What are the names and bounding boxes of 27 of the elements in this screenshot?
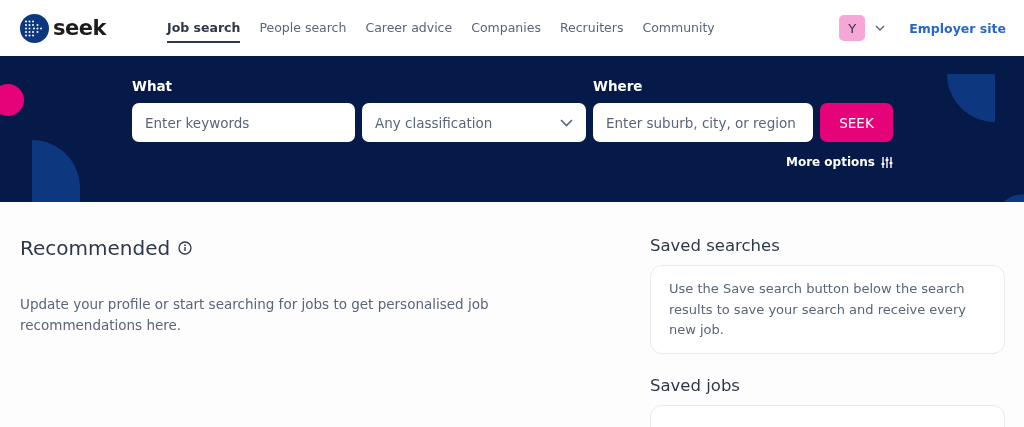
chevron-down-icon[interactable]	[875, 25, 886, 31]
location-field[interactable]: Enter suburb, city, or region	[593, 103, 813, 142]
update-profile-link[interactable]: Update your profile	[20, 296, 151, 312]
nav-tab[interactable]: Career advice	[365, 13, 453, 43]
logo-wordmark[interactable]: seek	[53, 16, 106, 40]
nav-tab[interactable]: Job search	[167, 13, 241, 43]
what-label: What	[132, 78, 174, 96]
keywords-field[interactable]: Enter keywords	[132, 103, 355, 142]
section-heading: Saved jobs	[650, 375, 741, 395]
section-heading: Recommended	[20, 236, 171, 260]
nav-tab[interactable]: Community	[642, 13, 715, 43]
sliders-icon	[881, 156, 893, 168]
info-icon[interactable]	[178, 241, 193, 255]
nav-tab[interactable]: People search	[259, 13, 347, 43]
section-heading: Saved searches	[650, 236, 781, 255]
more-options-link[interactable]: More options	[132, 155, 893, 169]
nav-tab[interactable]: Recruiters	[559, 13, 624, 43]
avatar[interactable]: Y	[839, 15, 866, 41]
employer-site-link[interactable]: Employer site	[909, 20, 1006, 36]
chevron-down-icon	[560, 118, 573, 127]
classification-dropdown[interactable]: Any classification	[362, 103, 586, 142]
recommendation-text: Update your profile or start searching for jobs to get personalised job recommendations here.	[20, 295, 490, 335]
where-label: Where	[593, 78, 644, 96]
saved-searches-card: Use the Save search button below the search results to save your search and receive every new job.	[650, 265, 1005, 354]
nav-tab[interactable]: Companies	[471, 13, 541, 43]
logo-icon	[20, 13, 49, 43]
seek-button[interactable]: SEEK	[820, 103, 893, 142]
